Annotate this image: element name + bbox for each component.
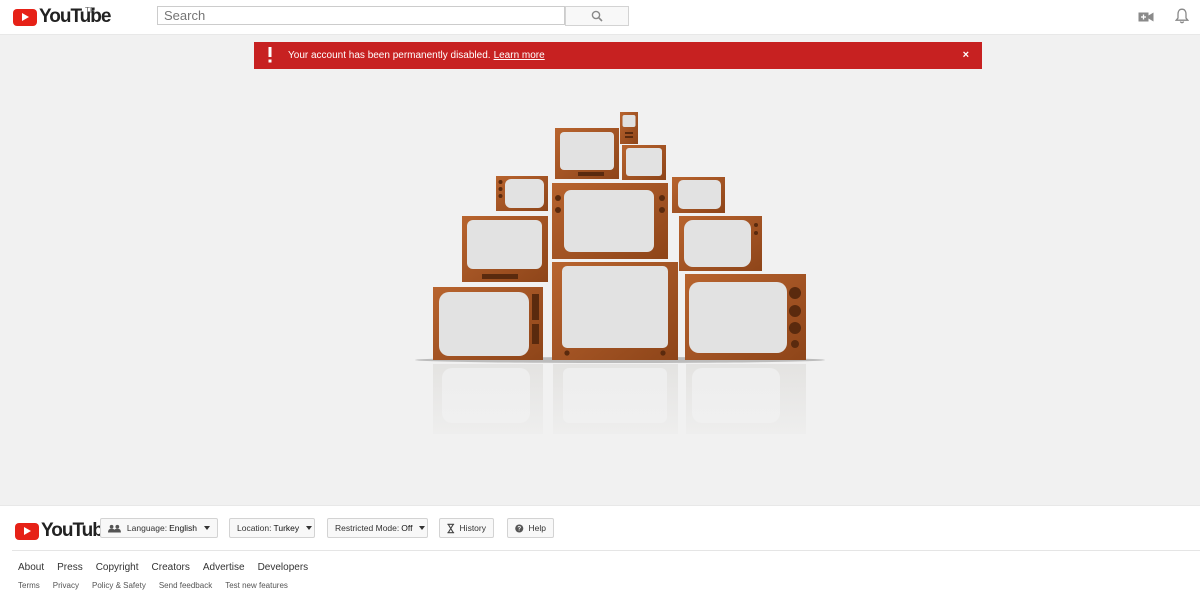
- chevron-down-icon: [419, 526, 426, 530]
- chevron-down-icon: [204, 526, 210, 530]
- footer-play-logo-icon: [15, 522, 39, 540]
- footer-link-press[interactable]: Press: [57, 562, 83, 573]
- footer-link-send-feedback[interactable]: Send feedback: [159, 581, 212, 590]
- video-camera-icon: [1138, 12, 1154, 22]
- footer: YouTube Language: English Location: Turk…: [0, 505, 1200, 591]
- hourglass-icon: [447, 523, 455, 533]
- footer-link-creators[interactable]: Creators: [152, 562, 190, 573]
- restricted-mode-button[interactable]: Restricted Mode: Off: [327, 518, 428, 538]
- footer-primary-links: About Press Copyright Creators Advertise…: [18, 562, 308, 573]
- language-value: English: [169, 523, 197, 533]
- footer-link-advertise[interactable]: Advertise: [203, 562, 245, 573]
- location-picker-button[interactable]: Location: Turkey: [229, 518, 315, 538]
- masthead: YouTube TR: [0, 0, 1200, 35]
- chevron-down-icon: [306, 526, 313, 530]
- language-picker-button[interactable]: Language: English: [100, 518, 218, 538]
- people-icon: [108, 524, 121, 532]
- search-input[interactable]: [157, 6, 565, 25]
- tv-stack-illustration: [410, 112, 830, 452]
- footer-link-about[interactable]: About: [18, 562, 44, 573]
- restricted-mode-value: Off: [401, 523, 413, 533]
- footer-link-terms[interactable]: Terms: [18, 581, 40, 590]
- footer-divider: [12, 550, 1200, 551]
- help-button[interactable]: ? Help: [507, 518, 554, 538]
- upload-button[interactable]: [1137, 9, 1155, 25]
- footer-link-developers[interactable]: Developers: [258, 562, 309, 573]
- location-label: Location:: [237, 523, 272, 533]
- footer-link-policy-safety[interactable]: Policy & Safety: [92, 581, 146, 590]
- location-value: Turkey: [273, 523, 300, 533]
- language-label: Language:: [126, 523, 168, 533]
- history-label: History: [459, 523, 486, 533]
- search-icon: [591, 10, 603, 22]
- restricted-mode-label: Restricted Mode:: [335, 523, 400, 533]
- footer-youtube-logo[interactable]: YouTube: [15, 520, 113, 542]
- footer-link-privacy[interactable]: Privacy: [53, 581, 79, 590]
- footer-secondary-links: Terms Privacy Policy & Safety Send feedb…: [18, 581, 288, 590]
- search-button[interactable]: [565, 6, 629, 26]
- bell-icon: [1175, 8, 1189, 24]
- alert-close-button[interactable]: ×: [963, 49, 969, 61]
- history-button[interactable]: History: [439, 518, 494, 538]
- alert-message-text: Your account has been permanently disabl…: [288, 50, 491, 61]
- question-icon: ?: [515, 523, 524, 532]
- notifications-button[interactable]: [1173, 8, 1191, 24]
- footer-link-test-new-features[interactable]: Test new features: [225, 581, 288, 590]
- play-logo-icon: [13, 8, 37, 26]
- exclamation-icon: [268, 47, 272, 63]
- svg-text:?: ?: [517, 525, 521, 532]
- country-code: TR: [85, 6, 96, 15]
- logo-text: YouTube: [39, 6, 111, 27]
- learn-more-link[interactable]: Learn more: [494, 50, 545, 61]
- account-disabled-alert: Your account has been permanently disabl…: [254, 42, 982, 69]
- footer-link-copyright[interactable]: Copyright: [96, 562, 139, 573]
- help-label: Help: [528, 523, 546, 533]
- alert-message: Your account has been permanently disabl…: [288, 50, 545, 61]
